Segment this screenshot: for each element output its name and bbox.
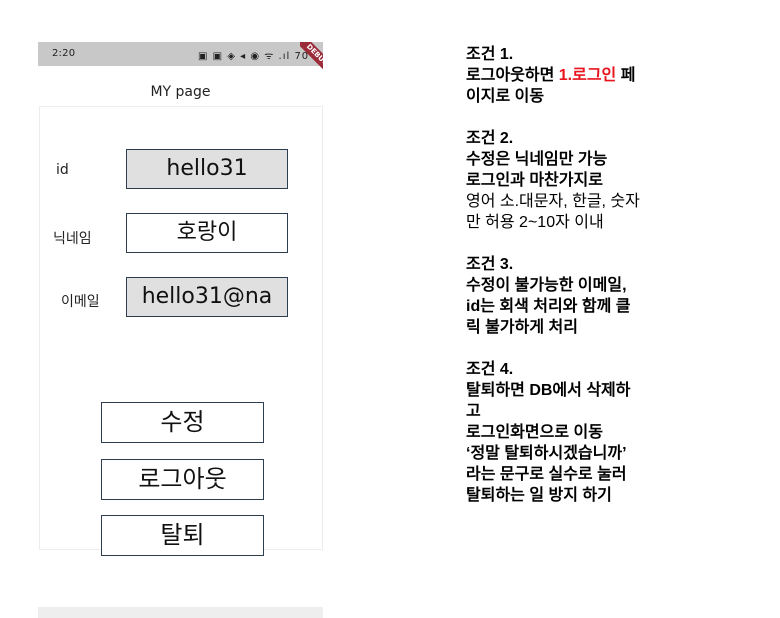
condition-2-line-1: 수정은 닉네임만 가능 bbox=[466, 151, 608, 168]
condition-1-line-2: 이지로 이동 bbox=[466, 88, 545, 105]
condition-4-line-2: 고 bbox=[466, 403, 481, 420]
email-field: hello31@na bbox=[126, 277, 288, 317]
withdraw-button[interactable]: 탈퇴 bbox=[101, 515, 264, 556]
debug-banner: DEBUG bbox=[300, 42, 323, 76]
email-label: 이메일 bbox=[61, 294, 100, 310]
condition-4-title: 조건 4. bbox=[466, 361, 514, 378]
condition-4-line-5: 라는 문구로 실수로 눌러 bbox=[466, 466, 627, 483]
condition-1-text-end: 페 bbox=[616, 67, 636, 84]
condition-4-line-3: 로그인화면으로 이동 bbox=[466, 424, 603, 441]
phone-screen: 2:20 ▣ ▣ ◈ ◂ ◉ ᯤ .ıl 70 DEBUG MY page id… bbox=[38, 42, 323, 556]
mypage-content: id hello31 닉네임 호랑이 이메일 hello31@na 수정 로그아… bbox=[39, 106, 323, 556]
requirements-notes: 조건 1. 로그아웃하면 1.로그인 페 이지로 이동 조건 2. 수정은 닉네… bbox=[466, 44, 716, 527]
condition-4-line-1: 탈퇴하면 DB에서 삭제하 bbox=[466, 382, 631, 399]
condition-1-title: 조건 1. bbox=[466, 46, 514, 63]
nickname-field[interactable]: 호랑이 bbox=[126, 213, 288, 253]
condition-4-line-6: 탈퇴하는 일 방지 하기 bbox=[466, 487, 612, 504]
bottom-strip bbox=[38, 607, 323, 618]
condition-2-line-2: 로그인과 마찬가지로 bbox=[466, 172, 603, 189]
login-page-highlight: 1.로그인 bbox=[558, 67, 617, 84]
edit-button[interactable]: 수정 bbox=[101, 402, 264, 443]
condition-2-line-4: 만 허용 2~10자 이내 bbox=[466, 214, 604, 231]
id-field: hello31 bbox=[126, 149, 288, 189]
nickname-label: 닉네임 bbox=[53, 231, 92, 247]
logout-button[interactable]: 로그아웃 bbox=[101, 459, 264, 500]
condition-3-line-3: 릭 불가하게 처리 bbox=[466, 319, 578, 336]
condition-4-line-4: ‘정말 탈퇴하시겠습니까’ bbox=[466, 445, 627, 462]
condition-3: 조건 3. 수정이 불가능한 이메일, id는 회색 처리와 함께 클 릭 불가… bbox=[466, 254, 716, 338]
debug-banner-label: DEBUG bbox=[300, 42, 323, 76]
condition-3-line-1: 수정이 불가능한 이메일, bbox=[466, 277, 627, 294]
condition-3-line-2: id는 회색 처리와 함께 클 bbox=[466, 298, 631, 315]
condition-2-title: 조건 2. bbox=[466, 130, 514, 147]
status-time: 2:20 bbox=[52, 48, 76, 59]
id-label: id bbox=[56, 162, 69, 178]
condition-3-title: 조건 3. bbox=[466, 256, 514, 273]
status-bar: 2:20 ▣ ▣ ◈ ◂ ◉ ᯤ .ıl 70 bbox=[38, 42, 323, 66]
app-bar-title: MY page bbox=[150, 84, 211, 100]
condition-4: 조건 4. 탈퇴하면 DB에서 삭제하 고 로그인화면으로 이동 ‘정말 탈퇴하… bbox=[466, 359, 716, 506]
condition-1: 조건 1. 로그아웃하면 1.로그인 페 이지로 이동 bbox=[466, 44, 716, 107]
condition-1-line-1: 로그아웃하면 1.로그인 페 bbox=[466, 65, 716, 86]
condition-1-text: 로그아웃하면 bbox=[466, 67, 559, 84]
condition-2: 조건 2. 수정은 닉네임만 가능 로그인과 마찬가지로 영어 소.대문자, 한… bbox=[466, 128, 716, 233]
condition-2-line-3: 영어 소.대문자, 한글, 숫자 bbox=[466, 193, 640, 210]
status-icons: ▣ ▣ ◈ ◂ ◉ ᯤ .ıl 70 bbox=[198, 51, 310, 62]
